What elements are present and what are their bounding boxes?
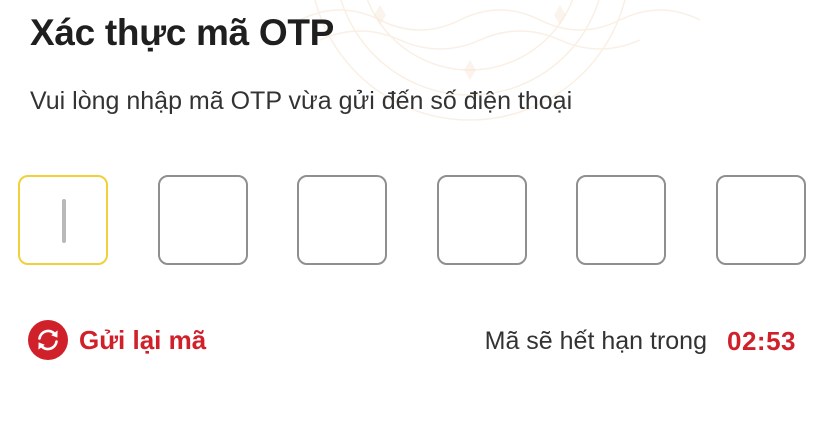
otp-expiry: Mã sẽ hết hạn trong 02:53 bbox=[485, 322, 796, 360]
otp-instruction: Vui lòng nhập mã OTP vừa gửi đến số điện… bbox=[30, 87, 573, 115]
expiry-label: Mã sẽ hết hạn trong bbox=[484, 326, 707, 355]
otp-digit-1[interactable] bbox=[18, 175, 108, 265]
otp-digit-2[interactable] bbox=[158, 175, 248, 265]
refresh-icon bbox=[28, 320, 68, 360]
resend-code-label: Gửi lại mã bbox=[79, 324, 207, 355]
countdown-timer: 02:53 bbox=[727, 325, 796, 356]
otp-digit-5[interactable] bbox=[576, 175, 666, 265]
otp-digit-3[interactable] bbox=[297, 175, 387, 265]
text-caret bbox=[62, 199, 66, 243]
otp-digit-4[interactable] bbox=[437, 175, 527, 265]
resend-code-button[interactable]: Gửi lại mã bbox=[28, 320, 206, 360]
otp-verification-screen: Xác thực mã OTP Vui lòng nhập mã OTP vừa… bbox=[0, 0, 826, 447]
page-title: Xác thực mã OTP bbox=[30, 12, 335, 53]
otp-digit-6[interactable] bbox=[716, 175, 806, 265]
otp-input-group bbox=[18, 175, 806, 265]
